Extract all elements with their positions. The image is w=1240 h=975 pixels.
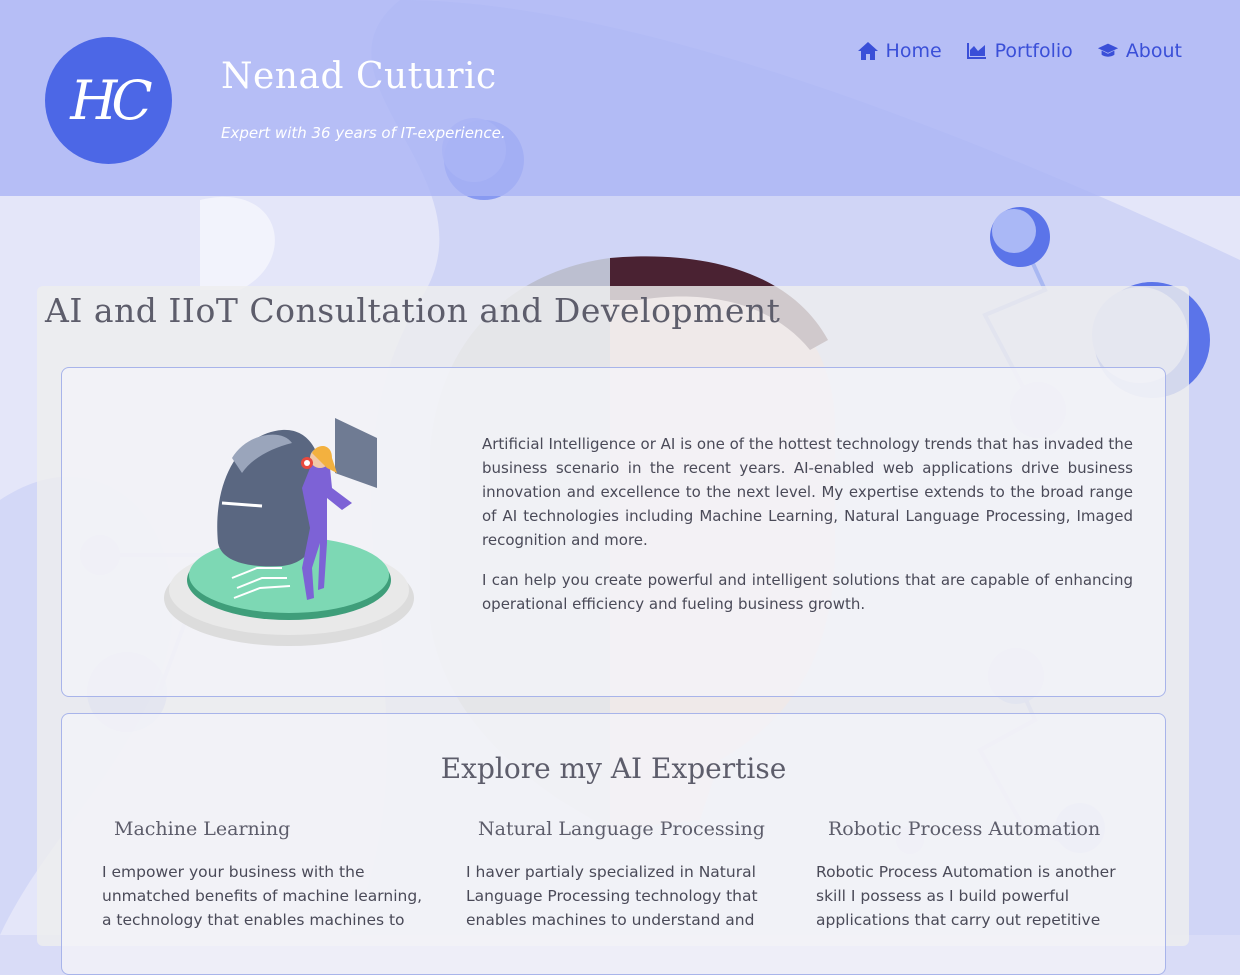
nav-portfolio-label: Portfolio [994, 40, 1073, 62]
nav-about-label: About [1125, 40, 1182, 62]
site-tagline: Expert with 36 years of IT-experience. [221, 124, 506, 142]
robot-head-illustration [164, 418, 414, 646]
intro-paragraph-2: I can help you create powerful and intel… [482, 571, 1133, 613]
expertise-text: Robotic Process Automation is another sk… [816, 863, 1116, 929]
nav-portfolio[interactable]: Portfolio [966, 40, 1073, 62]
ai-illustration [162, 418, 422, 657]
expertise-heading: Machine Learning [114, 818, 291, 840]
page-title: AI and IIoT Consultation and Development [45, 291, 781, 330]
intro-text: Artificial Intelligence or AI is one of … [482, 432, 1133, 632]
site-header: HC Nenad Cuturic Expert with 36 years of… [0, 0, 1240, 196]
expertise-machine-learning: Machine Learning I empower your business… [102, 818, 432, 932]
expertise-title: Explore my AI Expertise [440, 752, 787, 785]
site-logo[interactable]: HC [45, 37, 172, 164]
chart-area-icon [966, 40, 988, 62]
expertise-text: I haver partialy specialized in Natural … [466, 863, 758, 929]
expertise-card: Explore my AI Expertise Machine Learning… [61, 713, 1166, 975]
intro-paragraph-1: Artificial Intelligence or AI is one of … [482, 435, 1133, 549]
intro-card: Artificial Intelligence or AI is one of … [61, 367, 1166, 697]
home-icon [857, 40, 879, 62]
site-title[interactable]: Nenad Cuturic [221, 56, 497, 97]
main-nav: Home Portfolio About [857, 40, 1182, 62]
nav-home[interactable]: Home [857, 40, 942, 62]
expertise-rpa: Robotic Process Automation Robotic Proce… [816, 818, 1126, 932]
expertise-heading: Natural Language Processing [478, 818, 765, 840]
expertise-text: I empower your business with the unmatch… [102, 863, 423, 929]
nav-home-label: Home [885, 40, 942, 62]
expertise-heading: Robotic Process Automation [828, 818, 1101, 840]
logo-monogram: HC [70, 69, 152, 132]
expertise-nlp: Natural Language Processing I haver part… [466, 818, 766, 932]
graduation-cap-icon [1097, 40, 1119, 62]
nav-about[interactable]: About [1097, 40, 1182, 62]
